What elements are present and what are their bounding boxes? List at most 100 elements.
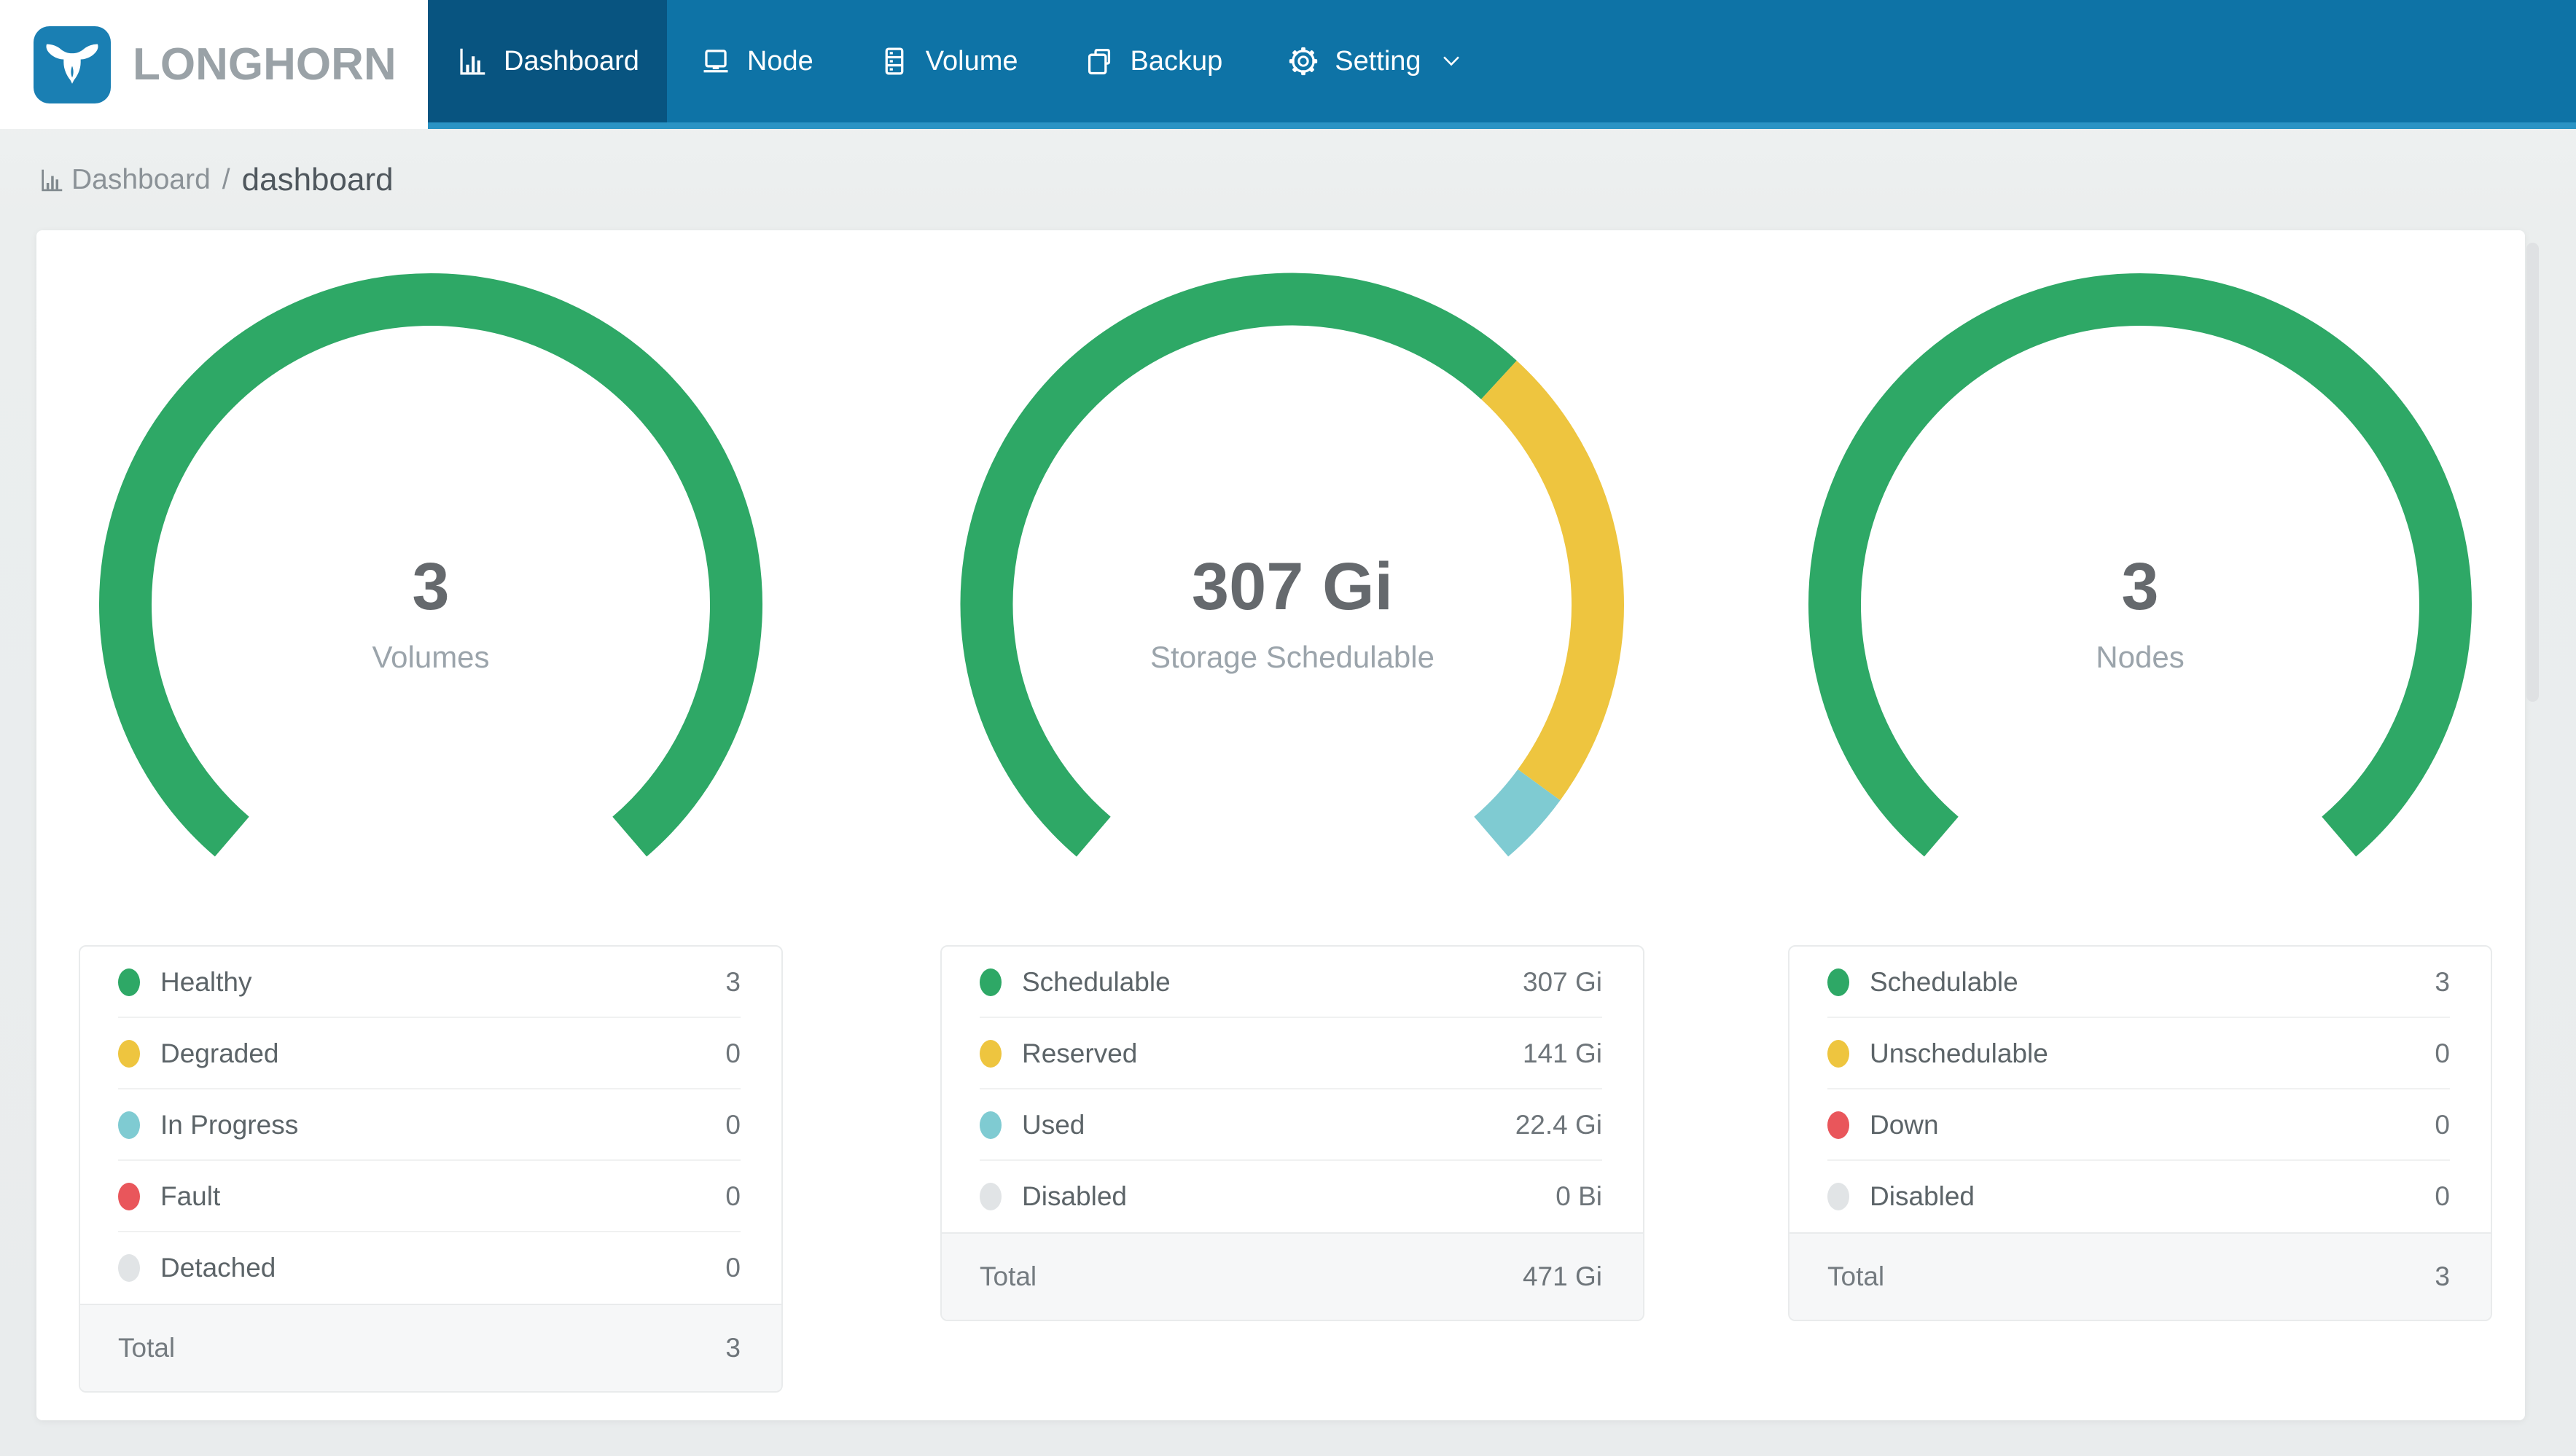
legend-row-in-progress: In Progress 0 xyxy=(80,1089,781,1161)
legend-value: 22.4 Gi xyxy=(1515,1110,1602,1140)
legend-label: Degraded xyxy=(160,1038,279,1068)
vertical-scrollbar-thumb[interactable] xyxy=(2526,243,2539,702)
legend-value: 0 xyxy=(2435,1181,2450,1211)
main-nav: Dashboard Node Volume Backup Setting xyxy=(428,0,2576,122)
legend-total-value: 471 Gi xyxy=(1522,1261,1602,1291)
legend-value: 141 Gi xyxy=(1522,1038,1602,1068)
legend-color-dot xyxy=(118,1040,140,1068)
legend-row-down: Down 0 xyxy=(1789,1089,2491,1161)
legend-row-disabled: Disabled 0 xyxy=(1789,1161,2491,1232)
volumes-gauge-chart xyxy=(99,273,762,857)
legend-total-label: Total xyxy=(118,1333,176,1363)
legend-total-label: Total xyxy=(1827,1261,1885,1291)
legend-label: Disabled xyxy=(1022,1181,1127,1211)
legend-row-degraded: Degraded 0 xyxy=(80,1018,781,1089)
legend-total-value: 3 xyxy=(725,1333,741,1363)
legend-total-label: Total xyxy=(980,1261,1037,1291)
legend-row-reserved: Reserved 141 Gi xyxy=(942,1018,1643,1089)
legend-color-dot xyxy=(118,968,140,996)
legend-total-row: Total 471 Gi xyxy=(942,1232,1643,1320)
legend-value: 307 Gi xyxy=(1522,967,1602,997)
legend-total-row: Total 3 xyxy=(1789,1232,2491,1320)
storage-panel: 307 Gi Storage Schedulable Schedulable 30… xyxy=(928,270,1657,1321)
legend-label: Reserved xyxy=(1022,1038,1138,1068)
gauge-segment-schedulable xyxy=(1808,273,2472,857)
brand-name: LONGHORN xyxy=(133,39,397,90)
legend-label: Unschedulable xyxy=(1870,1038,2048,1068)
nav-tab-label: Node xyxy=(746,45,813,77)
legend-label: Disabled xyxy=(1870,1181,1975,1211)
legend-label: Schedulable xyxy=(1022,967,1171,997)
legend-value: 0 xyxy=(725,1181,741,1211)
legend-color-dot xyxy=(1827,1111,1849,1139)
legend-row-used: Used 22.4 Gi xyxy=(942,1089,1643,1161)
longhorn-logo xyxy=(34,26,111,103)
legend-color-dot xyxy=(118,1111,140,1139)
copy-icon xyxy=(1088,49,1110,75)
nav-tab-volume[interactable]: Volume xyxy=(846,0,1050,122)
legend-row-disabled: Disabled 0 Bi xyxy=(942,1161,1643,1232)
legend-row-healthy: Healthy 3 xyxy=(80,947,781,1018)
gauge-segment-schedulable xyxy=(960,273,1517,857)
legend-label: Schedulable xyxy=(1870,967,2018,997)
storage-stack-icon xyxy=(885,47,904,75)
legend-total-row: Total 3 xyxy=(80,1304,781,1391)
gauge-segment-healthy xyxy=(99,273,762,857)
laptop-icon xyxy=(703,50,728,73)
nav-tab-label: Dashboard xyxy=(504,45,639,77)
breadcrumb-section[interactable]: Dashboard xyxy=(71,164,211,196)
legend-color-dot xyxy=(980,1040,1002,1068)
volumes-gauge: 3 Volumes xyxy=(95,270,766,940)
legend-value: 0 xyxy=(725,1038,741,1068)
legend-label: Fault xyxy=(160,1181,221,1211)
legend-row-detached: Detached 0 xyxy=(80,1232,781,1304)
gauge-segment-used xyxy=(1473,769,1561,857)
nodes-gauge: 3 Nodes xyxy=(1805,270,2475,940)
storage-legend-table: Schedulable 307 Gi Reserved 141 Gi Used 22.4 … xyxy=(940,945,1644,1321)
legend-row-schedulable: Schedulable 307 Gi xyxy=(942,947,1643,1018)
legend-label: In Progress xyxy=(160,1110,299,1140)
legend-label: Detached xyxy=(160,1253,276,1283)
gear-icon xyxy=(1289,47,1318,76)
nav-tab-backup[interactable]: Backup xyxy=(1050,0,1255,122)
legend-value: 0 xyxy=(2435,1038,2450,1068)
top-navbar: LONGHORN Dashboard Node Volume Backup Se… xyxy=(0,0,2576,129)
nav-tab-label: Setting xyxy=(1335,45,1421,77)
nav-tab-setting[interactable]: Setting xyxy=(1254,0,1495,122)
bar-chart-icon xyxy=(460,48,485,75)
legend-value: 3 xyxy=(2435,967,2450,997)
legend-row-fault: Fault 0 xyxy=(80,1161,781,1232)
nav-tab-dashboard[interactable]: Dashboard xyxy=(428,0,667,122)
legend-color-dot xyxy=(1827,1040,1849,1068)
legend-value: 0 xyxy=(725,1253,741,1283)
legend-row-unschedulable: Unschedulable 0 xyxy=(1789,1018,2491,1089)
dashboard-card: 3 Volumes Healthy 3 Degraded 0 In Progress 0 F… xyxy=(36,230,2525,1420)
breadcrumb: Dashboard / dashboard xyxy=(0,129,2576,230)
nav-tab-node[interactable]: Node xyxy=(667,0,846,122)
legend-color-dot xyxy=(118,1183,140,1210)
brand: LONGHORN xyxy=(0,0,428,129)
legend-label: Down xyxy=(1870,1110,1939,1140)
bull-icon xyxy=(46,44,98,84)
breadcrumb-separator: / xyxy=(222,163,230,195)
legend-value: 0 xyxy=(725,1110,741,1140)
storage-gauge-chart xyxy=(960,273,1624,857)
legend-color-dot xyxy=(980,968,1002,996)
legend-color-dot xyxy=(118,1254,140,1282)
legend-color-dot xyxy=(980,1183,1002,1210)
nav-tab-label: Backup xyxy=(1130,45,1223,77)
nav-tab-label: Volume xyxy=(925,45,1018,77)
legend-value: 3 xyxy=(725,967,741,997)
legend-color-dot xyxy=(980,1111,1002,1139)
breadcrumb-current-page: dashboard xyxy=(241,161,394,197)
bar-chart-icon xyxy=(38,166,66,194)
legend-row-schedulable: Schedulable 3 xyxy=(1789,947,2491,1018)
gauge-segment-reserved xyxy=(1480,360,1624,801)
legend-label: Used xyxy=(1022,1110,1085,1140)
legend-color-dot xyxy=(1827,968,1849,996)
nodes-legend-table: Schedulable 3 Unschedulable 0 Down 0 Disabled 0… xyxy=(1788,945,2492,1321)
nodes-panel: 3 Nodes Schedulable 3 Unschedulable 0 Down 0 D… xyxy=(1776,270,2505,1321)
legend-value: 0 xyxy=(2435,1110,2450,1140)
legend-label: Healthy xyxy=(160,967,252,997)
volumes-legend-table: Healthy 3 Degraded 0 In Progress 0 Fault 0 Detac… xyxy=(79,945,783,1393)
